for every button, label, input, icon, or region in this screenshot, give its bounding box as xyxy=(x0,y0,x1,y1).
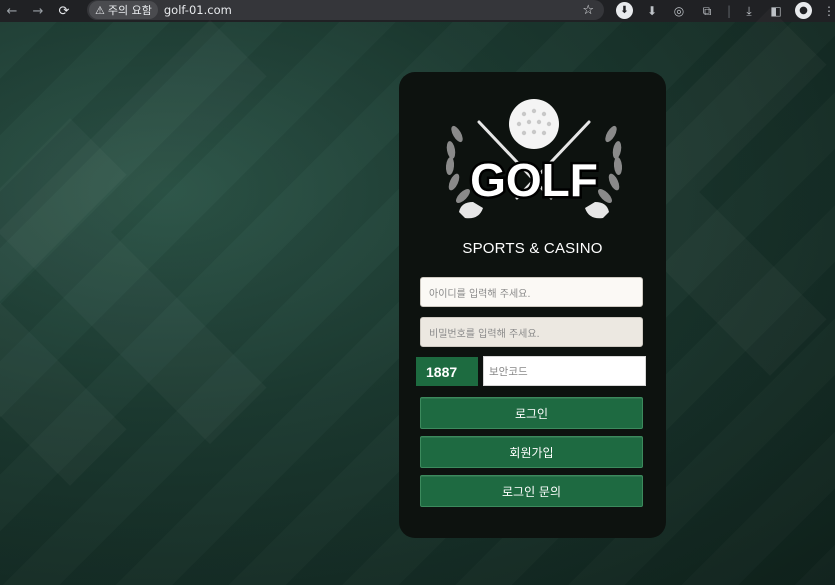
signup-button[interactable]: 회원가입 xyxy=(420,436,643,468)
divider: | xyxy=(726,4,732,18)
security-label: 주의 요함 xyxy=(107,4,152,17)
menu-kebab-icon[interactable]: ⋮ xyxy=(820,2,835,20)
reload-icon[interactable]: ⟳ xyxy=(55,2,73,20)
profile-avatar-icon[interactable]: ● xyxy=(795,2,812,19)
download-extension-icon[interactable]: ⬇ xyxy=(616,2,633,19)
login-inquiry-button[interactable]: 로그인 문의 xyxy=(420,475,643,507)
url-text[interactable]: golf-01.com xyxy=(164,3,232,17)
forward-icon[interactable]: → xyxy=(29,2,47,20)
security-warning-chip[interactable]: ⚠ 주의 요함 xyxy=(89,1,158,19)
address-bar[interactable]: ⚠ 주의 요함 golf-01.com ☆ xyxy=(87,0,604,20)
captcha-code: 1887 xyxy=(416,357,478,386)
arrow-extension-icon[interactable]: ⬇ xyxy=(643,2,661,20)
brand-subtitle: SPORTS & CASINO xyxy=(462,240,603,257)
golf-logo: GOLF xyxy=(445,99,623,219)
warning-icon: ⚠ xyxy=(95,3,105,17)
captcha-input[interactable]: 보안코드 xyxy=(483,356,646,386)
browser-toolbar: ← → ⟳ ⚠ 주의 요함 golf-01.com ☆ ⬇ ⬇ ◎ ⧉ | ⤓ … xyxy=(0,0,835,22)
login-card: GOLF SPORTS & CASINO 아이디를 입력해 주세요. 비밀번호를… xyxy=(399,72,666,538)
back-icon[interactable]: ← xyxy=(3,2,21,20)
bookmark-star-icon[interactable]: ☆ xyxy=(582,3,594,18)
login-button[interactable]: 로그인 xyxy=(420,397,643,429)
downloads-icon[interactable]: ⤓ xyxy=(740,2,758,20)
puzzle-icon[interactable]: ⧉ xyxy=(698,2,716,20)
golf-wordmark: GOLF xyxy=(470,154,598,206)
extension-badge-icon[interactable]: ◎ xyxy=(670,2,688,20)
username-input[interactable]: 아이디를 입력해 주세요. xyxy=(420,277,643,307)
password-input[interactable]: 비밀번호를 입력해 주세요. xyxy=(420,317,643,347)
